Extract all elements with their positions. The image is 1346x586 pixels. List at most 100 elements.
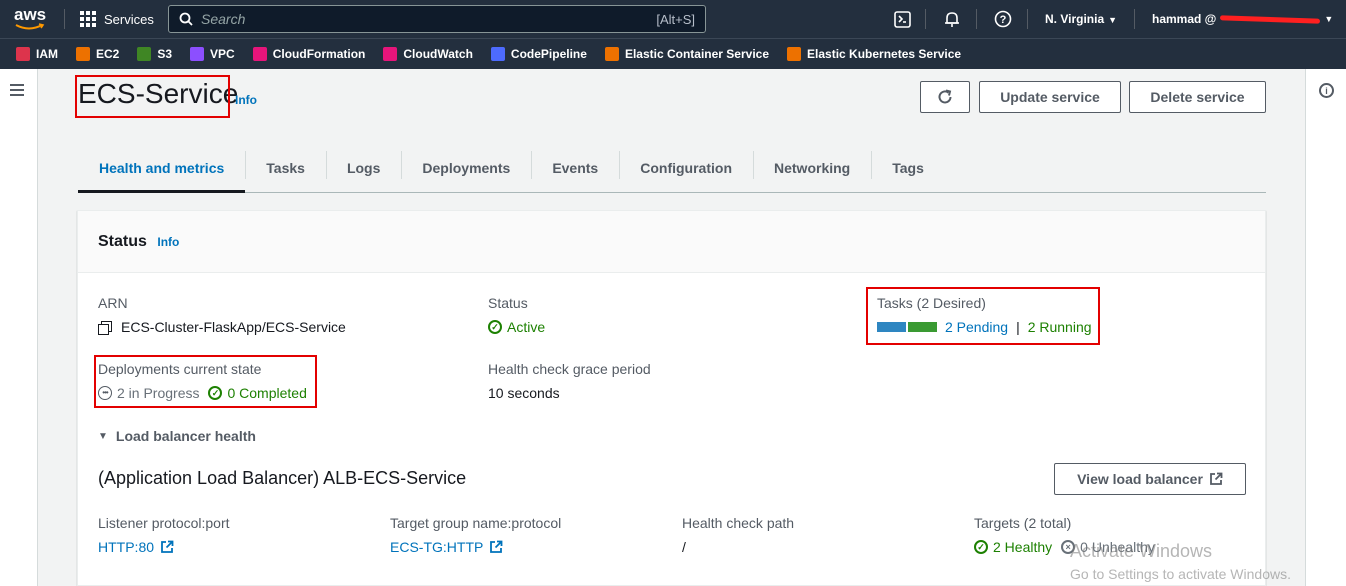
help-icon[interactable]: ? — [994, 10, 1012, 28]
favorite-s3[interactable]: S3 — [137, 47, 172, 61]
ecs-icon — [604, 47, 619, 61]
vpc-icon — [190, 47, 205, 61]
eks-icon — [787, 47, 802, 61]
favorite-ecs[interactable]: Elastic Container Service — [604, 47, 770, 61]
tab-deployments[interactable]: Deployments — [401, 145, 531, 191]
right-tools-rail: i — [1305, 69, 1346, 586]
windows-activation-hint: Go to Settings to activate Windows. — [1070, 566, 1291, 582]
windows-activation-watermark: Activate Windows — [1070, 541, 1213, 561]
account-menu[interactable]: hammad @ ▼ — [1152, 12, 1333, 26]
grace-period-value: 10 seconds — [488, 385, 560, 401]
favorite-label: Elastic Kubernetes Service — [807, 47, 962, 61]
target-group-link[interactable]: ECS-TG:HTTP — [390, 539, 503, 555]
target-group-value: ECS-TG:HTTP — [390, 539, 484, 555]
tab-configuration[interactable]: Configuration — [619, 145, 753, 191]
listener-link[interactable]: HTTP:80 — [98, 539, 174, 555]
cloudwatch-icon — [383, 47, 398, 61]
external-link-icon — [161, 540, 174, 553]
favorite-vpc[interactable]: VPC — [190, 47, 235, 61]
external-link-icon — [1209, 472, 1223, 485]
favorites-bar: IAM EC2 S3 VPC CloudFormation CloudWatch CodeP… — [0, 38, 1346, 69]
targets-label: Targets (2 total) — [974, 515, 1072, 531]
aws-smile-icon — [15, 23, 45, 30]
status-text: Active — [507, 319, 546, 335]
favorite-cloudwatch[interactable]: CloudWatch — [383, 47, 473, 61]
arn-value: ECS-Cluster-FlaskApp/ECS-Service — [98, 319, 346, 335]
favorite-cloudformation[interactable]: CloudFormation — [252, 47, 366, 61]
targets-healthy: 2 Healthy — [993, 539, 1053, 555]
favorite-codepipeline[interactable]: CodePipeline — [490, 47, 587, 61]
caret-down-icon: ▼ — [1108, 15, 1118, 25]
favorite-iam[interactable]: IAM — [16, 47, 58, 61]
info-panel-icon[interactable]: i — [1319, 83, 1334, 98]
listener-label: Listener protocol:port — [98, 515, 230, 531]
view-load-balancer-label: View load balancer — [1077, 471, 1203, 487]
title-info-link[interactable]: Info — [235, 93, 257, 107]
cloudformation-icon — [252, 47, 267, 61]
status-panel-header: Status Info — [78, 211, 1265, 273]
status-heading: Status — [98, 233, 147, 250]
load-balancer-health-toggle[interactable]: ▼ Load balancer health — [98, 428, 256, 444]
redaction-mark — [1220, 13, 1320, 25]
account-name: hammad @ — [1152, 12, 1217, 26]
aws-logo[interactable]: aws — [14, 5, 50, 33]
nav-divider — [976, 9, 977, 29]
listener-value: HTTP:80 — [98, 539, 155, 555]
success-check-icon: ✓ — [488, 320, 502, 334]
nav-divider — [925, 9, 926, 29]
region-selector[interactable]: N. Virginia ▼ — [1045, 12, 1117, 26]
favorite-ec2[interactable]: EC2 — [76, 47, 119, 61]
favorite-eks[interactable]: Elastic Kubernetes Service — [787, 47, 961, 61]
tab-events[interactable]: Events — [531, 145, 619, 191]
tab-logs[interactable]: Logs — [325, 145, 401, 191]
nav-divider — [1134, 9, 1135, 29]
favorite-label: EC2 — [96, 47, 120, 61]
services-menu-button[interactable]: Services — [80, 9, 154, 29]
aws-logo-text: aws — [14, 5, 47, 24]
search-icon — [179, 12, 193, 26]
update-service-button[interactable]: Update service — [979, 81, 1121, 113]
ec2-icon — [76, 47, 90, 61]
cloudshell-icon[interactable] — [893, 10, 911, 28]
codepipeline-icon — [490, 47, 505, 61]
copy-icon[interactable] — [98, 320, 112, 335]
nav-divider — [1027, 9, 1028, 29]
refresh-button[interactable] — [920, 81, 970, 113]
svg-text:?: ? — [1000, 14, 1007, 26]
tab-health-and-metrics[interactable]: Health and metrics — [78, 145, 246, 193]
status-info-link[interactable]: Info — [157, 235, 179, 249]
caret-down-icon: ▼ — [1324, 14, 1334, 24]
s3-icon — [137, 47, 152, 61]
view-load-balancer-button[interactable]: View load balancer — [1054, 463, 1246, 495]
favorite-label: CloudWatch — [403, 47, 473, 61]
load-balancer-health-label: Load balancer health — [115, 428, 256, 444]
top-navigation: aws Services [Alt+S] ? N. Virginia▼ hamm… — [0, 0, 1346, 38]
target-group-label: Target group name:protocol — [390, 515, 562, 531]
favorite-label: CloudFormation — [272, 47, 366, 61]
nav-divider — [64, 9, 65, 29]
arn-label: ARN — [98, 295, 128, 311]
success-check-icon: ✓ — [974, 540, 988, 554]
tab-tags[interactable]: Tags — [871, 145, 945, 191]
favorite-label: VPC — [210, 47, 235, 61]
search-input[interactable] — [201, 11, 657, 27]
services-grid-icon — [80, 11, 96, 27]
favorite-label: Elastic Container Service — [624, 47, 770, 61]
services-label: Services — [104, 11, 154, 27]
status-label: Status — [488, 295, 528, 311]
health-check-path-label: Health check path — [682, 515, 795, 531]
tab-tasks[interactable]: Tasks — [245, 145, 326, 191]
external-link-icon — [490, 540, 503, 553]
notifications-bell-icon[interactable] — [943, 10, 961, 28]
hamburger-menu-icon[interactable] — [10, 84, 24, 99]
refresh-icon — [938, 89, 952, 104]
annotation-box — [94, 355, 317, 408]
favorite-label: S3 — [157, 47, 173, 61]
caret-down-icon: ▼ — [98, 430, 108, 442]
search-bar[interactable]: [Alt+S] — [168, 5, 706, 33]
delete-service-button[interactable]: Delete service — [1129, 81, 1266, 113]
tab-networking[interactable]: Networking — [753, 145, 871, 191]
annotation-box — [75, 75, 230, 118]
tab-bar: Health and metrics Tasks Logs Deployments Ev… — [78, 145, 1266, 193]
status-value: ✓ Active — [488, 319, 545, 335]
